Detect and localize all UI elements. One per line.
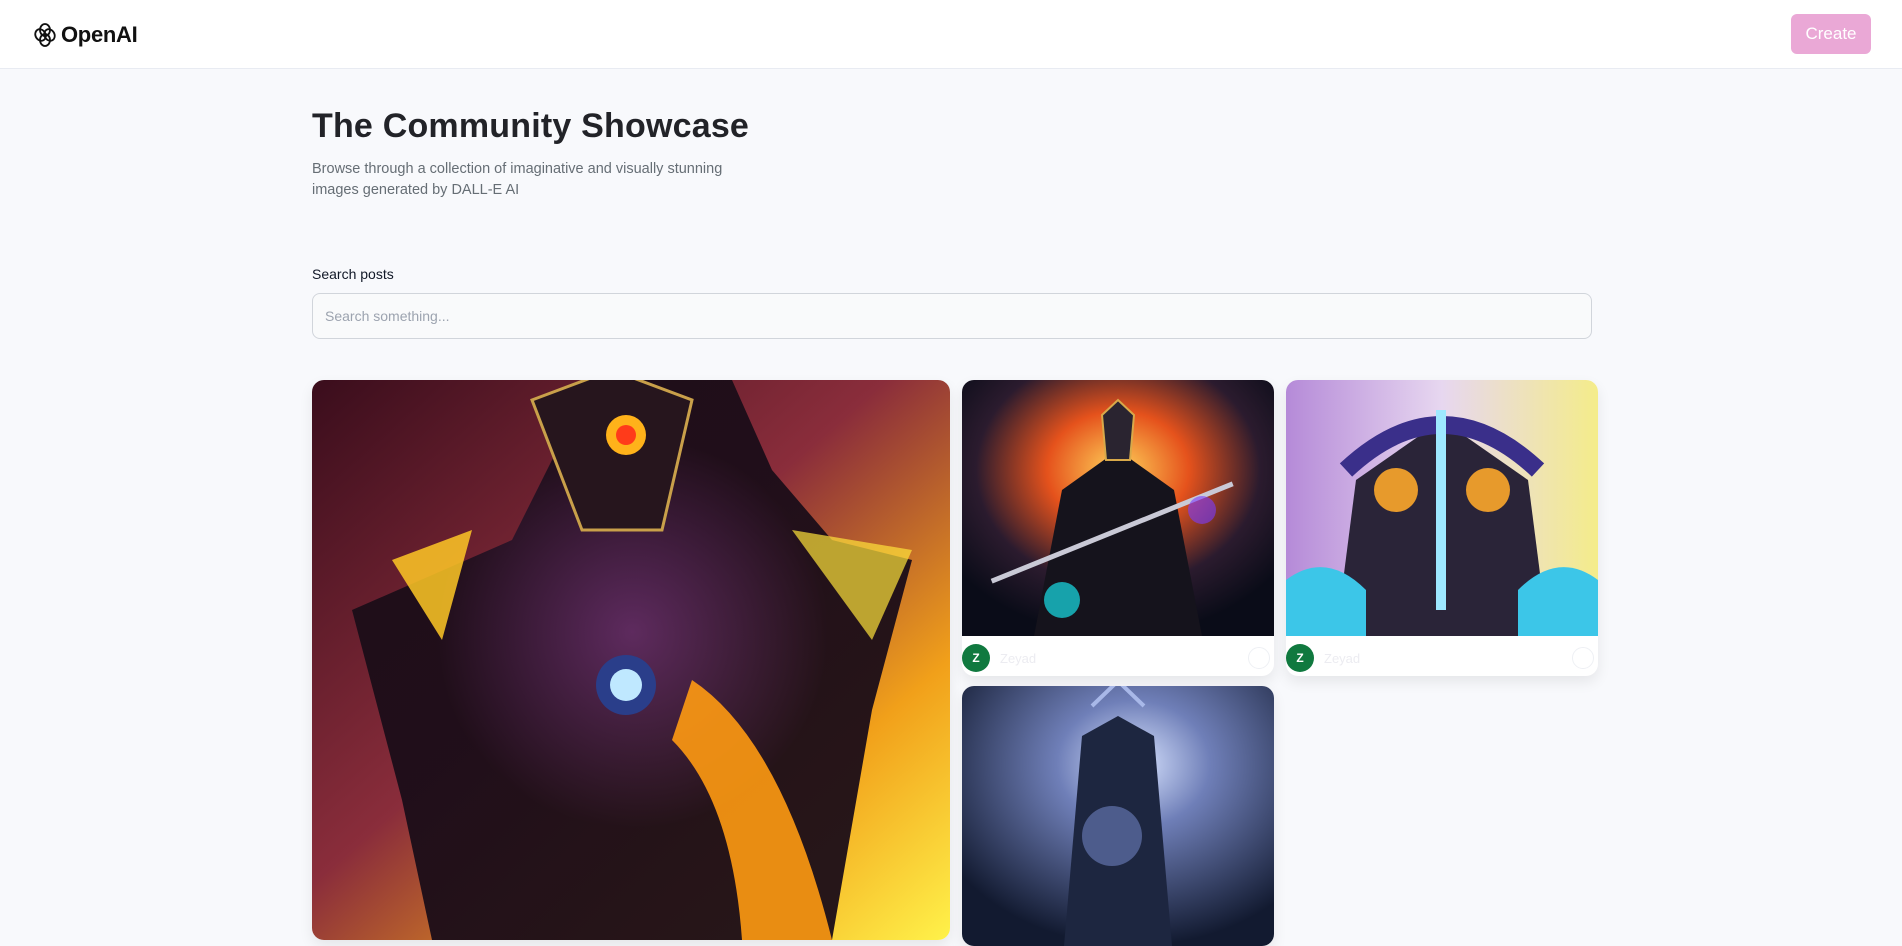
post-card[interactable]: Z Zeyad [1286,380,1598,676]
post-card[interactable]: Z Zeyad [962,380,1274,676]
openai-knot-icon [34,23,56,47]
post-card[interactable] [962,686,1274,946]
top-navbar: OpenAI Create [0,0,1902,69]
post-image [1286,380,1598,636]
page-subtitle: Browse through a collection of imaginati… [312,161,723,198]
post-meta: Z Zeyad [1286,640,1598,676]
avatar: Z [1286,644,1314,672]
page-title: The Community Showcase [312,107,750,145]
post-meta: Z Zeyad [962,640,1274,676]
create-button[interactable]: Create [1791,14,1871,54]
post-author: Zeyad [1324,650,1361,666]
post-image [962,686,1274,946]
post-image [962,380,1274,636]
search-label: Search posts [312,266,394,282]
logo-text: OpenAI [61,22,138,47]
download-icon[interactable] [1572,647,1594,669]
search-input[interactable] [312,293,1592,339]
avatar: Z [962,644,990,672]
openai-logo[interactable]: OpenAI [31,20,138,50]
post-image [312,380,950,940]
download-icon[interactable] [1248,647,1270,669]
post-author: Zeyad [1000,650,1037,666]
post-card-large[interactable] [312,380,950,940]
